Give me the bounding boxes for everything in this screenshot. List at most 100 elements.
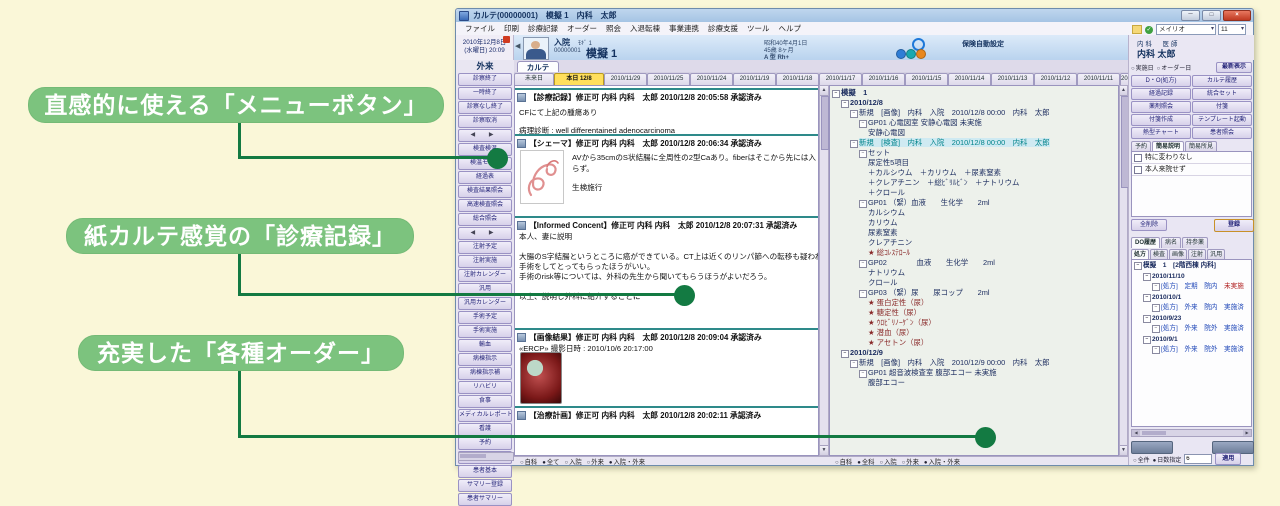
date-tab[interactable]: 2010/11/18 [776,73,819,85]
tree-node-icon[interactable] [850,108,859,118]
alert-flag-icon[interactable] [503,36,510,43]
scroll-up-icon[interactable]: ▲ [1120,86,1127,96]
date-tab[interactable]: 2010/11/29 [604,73,647,85]
date-tab[interactable]: 2010/11/15 [905,73,948,85]
radio-outpatient[interactable]: 外来 [902,457,919,466]
minimize-button[interactable]: － [1181,10,1200,21]
register-button[interactable]: 登録 [1214,219,1254,232]
radio-order-date[interactable]: オーダー日 [1157,63,1192,72]
order-tree-item[interactable]: GP02 血液 生化学 2ml [830,258,1118,268]
history-tree-item[interactable]: [処方] 外来 院外 実施済 [1132,345,1251,356]
clear-all-button[interactable]: 全削除 [1131,219,1167,231]
radio-inpatient[interactable]: 入院 [564,457,581,466]
radio-all-items[interactable]: 全件 [1133,455,1150,464]
days-input[interactable] [1184,454,1212,464]
history-tree-item[interactable]: 2010/10/1 [1132,293,1251,304]
date-tab[interactable]: 2010/ [1120,73,1128,85]
order-tree-item[interactable]: クロール [830,278,1118,288]
quick-action-button[interactable]: 経過記録 [1131,88,1191,100]
orders-tree-panel[interactable]: 模擬 12010/12/8新規 [画像] 内科 入院 2010/12/8 00:… [829,85,1119,456]
scroll-left-icon[interactable]: ◀ [1132,430,1140,436]
radio-days-limit[interactable]: 日数指定 [1153,455,1182,464]
progress-notes-panel[interactable]: 【診療記録】修正可 内科 内科 太郎 2010/12/8 20:05:58 承認… [514,85,819,456]
history-tree-item[interactable]: 2010/9/23 [1132,314,1251,325]
sidebar-button[interactable]: 病棟指示 [458,353,512,366]
order-tree-item[interactable]: 尿定性5項目 [830,158,1118,168]
order-tree-item[interactable]: 2010/12/9 [830,348,1118,358]
date-tab[interactable]: 2010/11/11 [1077,73,1120,85]
date-tab[interactable]: 本日 12/8 [554,73,604,85]
order-tree-item[interactable]: カルシウム [830,208,1118,218]
history-hscrollbar[interactable]: ◀ ▶ [1131,429,1252,437]
refresh-button[interactable]: 最新表示 [1216,62,1252,73]
order-tree-item[interactable]: セット [830,148,1118,158]
menu-item[interactable]: ヘルプ [779,23,802,34]
sidebar-button[interactable]: サマリー登録 [458,479,512,492]
memo-item[interactable]: 特に変わりなし [1132,152,1251,164]
note-header[interactable]: 【診療記録】修正可 内科 内科 太郎 2010/12/8 20:05:58 承認… [515,88,818,104]
radio-exec-date[interactable]: 実施日 [1131,63,1154,72]
tree-node-icon[interactable] [1143,293,1152,304]
sidebar-button[interactable]: 手術予定 [458,311,512,324]
order-tree-item[interactable]: クレアチニン [830,238,1118,248]
tree-node-icon[interactable] [1152,282,1161,293]
sidebar-button[interactable]: 診察なし終了 [458,101,512,114]
tree-node-icon[interactable] [859,288,868,298]
history-tree-item[interactable]: 模擬 1 [2階西棟 内科] [1132,261,1251,272]
quick-action-button[interactable]: 統合セット [1192,88,1252,100]
history-tree-item[interactable]: 2010/11/10 [1132,272,1251,283]
sidebar-button[interactable]: 経過表 [458,171,512,184]
radio-both[interactable]: 入院・外来 [924,457,960,466]
order-tree-item[interactable]: ＋クロール [830,188,1118,198]
order-tree-item[interactable]: カリウム [830,218,1118,228]
date-tab[interactable]: 未来日 [514,73,554,85]
order-tree-item[interactable]: ＋クレアチニン ＋総ﾋﾞﾘﾙﾋﾞﾝ ＋ナトリウム [830,178,1118,188]
order-tree-item[interactable]: ★ 糖定性（尿） [830,308,1118,318]
sidebar-button[interactable]: 患者サマリー [458,493,512,506]
memo-item[interactable]: 本人来院せず [1132,164,1251,176]
quick-action-button[interactable]: D・O(処方) [1131,75,1191,87]
date-tab[interactable]: 2010/11/16 [862,73,905,85]
sidebar-button[interactable]: 総合照会 [458,213,512,226]
note-header[interactable]: 【画像結果】修正可 内科 内科 太郎 2010/12/8 20:09:04 承認… [515,328,818,344]
history-tree-item[interactable]: [処方] 外来 院内 実施済 [1132,303,1251,314]
radio-outpatient[interactable]: 外来 [587,457,604,466]
radio-inpatient[interactable]: 入院 [879,457,896,466]
order-tree-item[interactable]: ★ ｳﾛﾋﾞﾘﾉｰｹﾞﾝ（尿） [830,318,1118,328]
order-tree-item[interactable]: ★ アセトン（尿） [830,338,1118,348]
status-dot-orange-icon[interactable] [916,49,926,59]
date-tab[interactable]: 2010/11/13 [991,73,1034,85]
order-tree-item[interactable]: ★ 蛋白定性（尿） [830,298,1118,308]
sidebar-button[interactable]: メディカルレポート [458,409,512,422]
collapse-banner-icon[interactable]: ◀ [515,42,520,50]
order-tree-item[interactable]: ★ 潜血（尿） [830,328,1118,338]
order-tree-item[interactable]: ＋カルシウム ＋カリウム ＋尿素窒素 [830,168,1118,178]
tree-node-icon[interactable] [850,138,859,148]
order-tree-item[interactable]: 新規 [画像] 内科 入院 2010/12/9 00:00 内科 太郎 [830,358,1118,368]
scroll-down-icon[interactable]: ▼ [820,445,828,455]
menu-item[interactable]: 診療記録 [528,23,558,34]
tree-node-icon[interactable] [832,88,841,98]
menu-item[interactable]: 入退転棟 [630,23,660,34]
tree-node-icon[interactable] [859,148,868,158]
tree-node-icon[interactable] [1143,272,1152,283]
tree-node-icon[interactable] [1152,324,1161,335]
note-header[interactable]: 【シェーマ】修正可 内科 内科 太郎 2010/12/8 20:06:34 承認… [515,134,818,150]
radio-dept[interactable]: 自科 [520,457,537,466]
sidebar-button[interactable]: リハビリ [458,381,512,394]
tree-node-icon[interactable] [859,118,868,128]
sidebar-button[interactable]: 予約 [458,437,512,450]
tree-node-icon[interactable] [841,98,850,108]
tree-node-icon[interactable] [859,198,868,208]
do-history-tree[interactable]: 模擬 1 [2階西棟 内科]2010/11/10[処方] 定期 院内 未実施20… [1131,259,1252,427]
order-tree-item[interactable]: ナトリウム [830,268,1118,278]
checkbox-icon[interactable] [1134,166,1142,174]
tree-node-icon[interactable] [1152,303,1161,314]
sidebar-scrollbar[interactable] [458,452,514,461]
sidebar-button[interactable]: 検査結果照会 [458,185,512,198]
date-tab[interactable]: 2010/11/19 [733,73,776,85]
sidebar-button[interactable]: 診察取消 [458,115,512,128]
note-header[interactable]: 【Informed Concent】修正可 内科 内科 太郎 2010/12/8… [515,216,818,232]
sidebar-button[interactable]: 汎用カレンダー [458,297,512,310]
sidebar-button[interactable]: 輸血 [458,339,512,352]
